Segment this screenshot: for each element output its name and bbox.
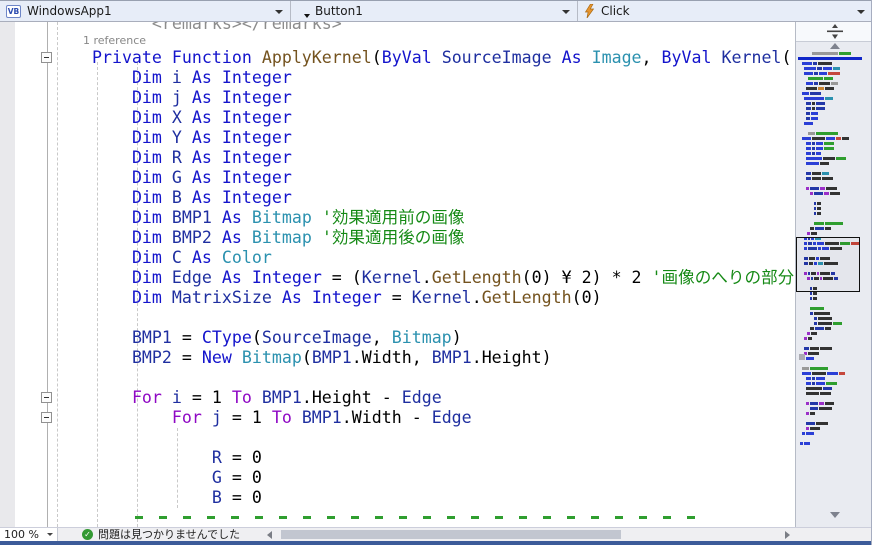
code-line (0, 428, 795, 448)
code-line: For i = 1 To BMP1.Height - Edge (0, 388, 795, 408)
hscroll-left-arrow[interactable] (267, 531, 272, 539)
collapse-toggle-function[interactable] (41, 52, 52, 63)
chevron-down-icon (857, 10, 865, 14)
code-line (0, 368, 795, 388)
code-line: <remarks></remarks> (0, 22, 795, 34)
code-line (0, 308, 795, 328)
zoom-level-label: 100 % (4, 528, 39, 541)
code-line: Dim i As Integer (0, 68, 795, 88)
code-line: G = 0 (0, 468, 795, 488)
clipped-line-fragment (135, 516, 700, 519)
code-line: B = 0 (0, 488, 795, 508)
code-editor[interactable]: <remarks></remarks>1 reference Private F… (0, 22, 795, 527)
chevron-down-icon (47, 533, 53, 536)
collapse-toggle-for-inner[interactable] (41, 412, 52, 423)
scroll-up-arrow[interactable] (796, 43, 872, 49)
code-line: For j = 1 To BMP1.Width - Edge (0, 408, 795, 428)
navigation-bar: VB WindowsApp1 Button1 Click (0, 0, 872, 22)
code-line: Dim MatrixSize As Integer = Kernel.GetLe… (0, 288, 795, 308)
health-status-message: 問題は見つかりませんでした (98, 528, 240, 541)
method-dropdown[interactable]: Click (578, 1, 872, 21)
class-sphere-icon (297, 5, 309, 17)
chevron-down-icon (562, 10, 570, 14)
hscroll-thumb[interactable] (281, 530, 621, 539)
code-line: Dim C As Color (0, 248, 795, 268)
vs-editor-window: VB WindowsApp1 Button1 Click <remarks></… (0, 0, 872, 545)
zoom-level-dropdown[interactable]: 100 % (0, 528, 58, 541)
code-line: Dim j As Integer (0, 88, 795, 108)
scrollbar-map[interactable] (795, 22, 872, 527)
class-dropdown[interactable]: Button1 (291, 1, 578, 21)
project-dropdown[interactable]: VB WindowsApp1 (0, 1, 291, 21)
method-dropdown-label: Click (601, 4, 630, 18)
code-line: Dim BMP2 As Bitmap '効果適用後の画像 (0, 228, 795, 248)
collapse-toggle-for-outer[interactable] (41, 392, 52, 403)
editor-split-handle[interactable] (796, 22, 872, 42)
split-handle-icon (826, 24, 844, 39)
editor-status-bar: 100 % ✓ 問題は見つかりませんでした (0, 527, 872, 541)
project-dropdown-label: WindowsApp1 (27, 4, 112, 18)
class-dropdown-label: Button1 (315, 4, 363, 18)
code-line: Dim BMP1 As Bitmap '効果適用前の画像 (0, 208, 795, 228)
code-line: Dim R As Integer (0, 148, 795, 168)
health-check-icon: ✓ (82, 529, 93, 540)
event-lightning-icon (584, 4, 595, 18)
minimap-viewport[interactable] (796, 237, 860, 292)
hscroll-right-arrow[interactable] (785, 531, 790, 539)
vb-project-icon: VB (6, 5, 21, 18)
code-line: Dim Y As Integer (0, 128, 795, 148)
code-line: Dim G As Integer (0, 168, 795, 188)
window-border (0, 541, 872, 545)
code-line: Dim B As Integer (0, 188, 795, 208)
codelens-references[interactable]: 1 reference (0, 34, 795, 48)
minimap-marker (799, 354, 805, 360)
code-line: R = 0 (0, 448, 795, 468)
code-line: Private Function ApplyKernel(ByVal Sourc… (0, 48, 795, 68)
code-line: Dim X As Integer (0, 108, 795, 128)
code-line: BMP2 = New Bitmap(BMP1.Width, BMP1.Heigh… (0, 348, 795, 368)
scroll-down-arrow[interactable] (796, 512, 872, 518)
code-line: BMP1 = CType(SourceImage, Bitmap) (0, 328, 795, 348)
chevron-down-icon (275, 10, 283, 14)
code-line: Dim Edge As Integer = (Kernel.GetLength(… (0, 268, 795, 288)
code-lines: <remarks></remarks>1 reference Private F… (0, 22, 795, 508)
